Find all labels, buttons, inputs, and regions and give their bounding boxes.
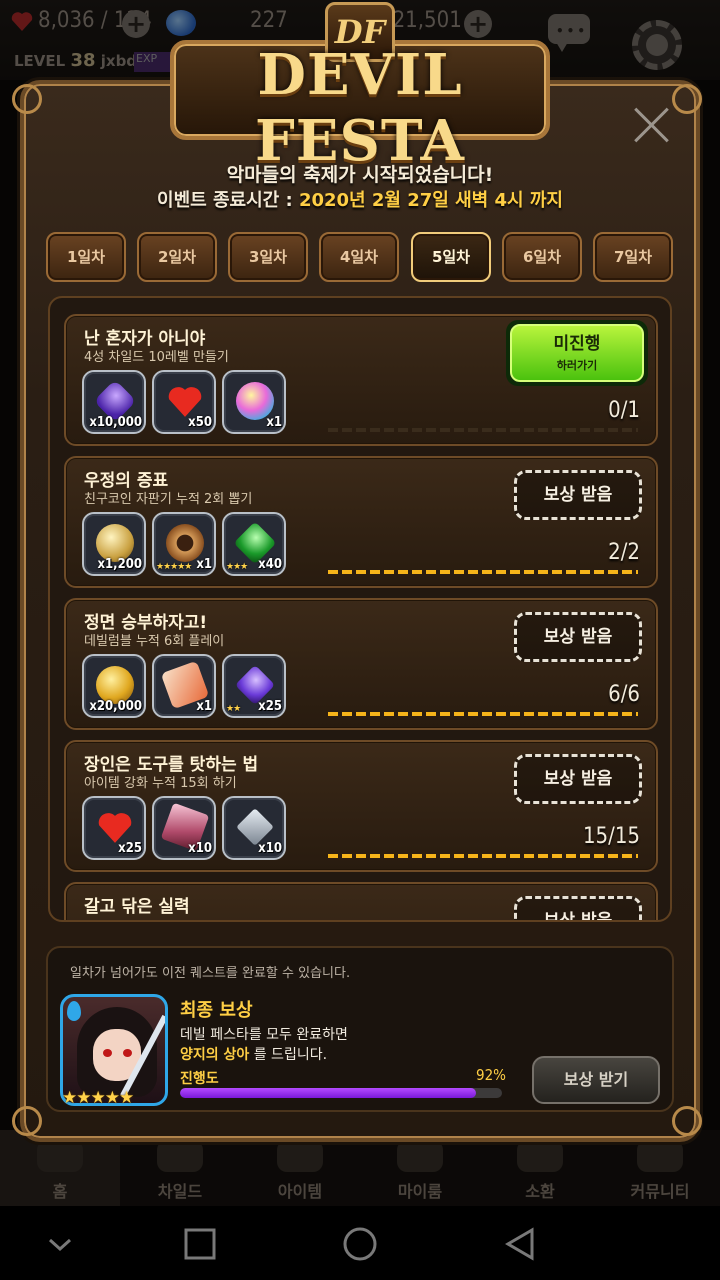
progress-percent: 92% bbox=[476, 1066, 506, 1084]
reward-slot[interactable]: ★★ x25 bbox=[222, 654, 286, 718]
tab-day-4[interactable]: 4일차 bbox=[319, 232, 399, 282]
quest-desc: 4성 차일드 10레벨 만들기 bbox=[84, 350, 229, 365]
reward-stars: ★★★★★ bbox=[156, 562, 192, 572]
quest-progress: 15/15 bbox=[582, 824, 640, 849]
reward-qty: x25 bbox=[258, 699, 282, 714]
quest-desc: 친구코인 자판기 누적 2회 뽑기 bbox=[84, 492, 253, 507]
final-progress-bar bbox=[180, 1088, 502, 1098]
quest-progress-bar bbox=[328, 854, 638, 858]
tab-day-5[interactable]: 5일차 bbox=[411, 232, 491, 282]
character-eye bbox=[103, 1049, 112, 1057]
quest-progress-bar bbox=[328, 428, 638, 432]
reward-slot[interactable]: ★★★ x40 bbox=[222, 512, 286, 576]
tab-day-6[interactable]: 6일차 bbox=[502, 232, 582, 282]
reward-claimed-button[interactable]: 보상 받음 bbox=[514, 896, 642, 920]
event-subtitle: 악마들의 축제가 시작되었습니다! bbox=[226, 164, 494, 186]
quest-progress-fill bbox=[328, 712, 638, 716]
progress-label: 진행도 bbox=[180, 1071, 219, 1087]
tab-day-3[interactable]: 3일차 bbox=[228, 232, 308, 282]
final-reward-desc: 데빌 페스타를 모두 완료하면 bbox=[180, 1027, 348, 1043]
reward-qty: x1 bbox=[196, 557, 212, 572]
reward-slot[interactable]: x10,000 bbox=[82, 370, 146, 434]
quest-card: 우정의 증표 친구코인 자판기 누적 2회 뽑기 x1,200 ★★★★★ x1 … bbox=[64, 456, 658, 588]
endtime-label: 이벤트 종료시간 : bbox=[157, 190, 299, 211]
quest-progress-bar bbox=[328, 712, 638, 716]
quest-desc: 데빌럼블 누적 6회 플레이 bbox=[84, 634, 225, 649]
final-reward-desc2: 양지의 상아 를 드립니다. bbox=[180, 1044, 327, 1064]
tab-day-1[interactable]: 1일차 bbox=[46, 232, 126, 282]
quest-progress-fill bbox=[328, 570, 638, 574]
reward-character-name: 양지의 상아 bbox=[180, 1047, 250, 1063]
reward-qty: x1 bbox=[196, 699, 212, 714]
corner-ornament bbox=[672, 1106, 702, 1136]
reward-slot[interactable]: x10 bbox=[222, 796, 286, 860]
reward-slot[interactable]: x1 bbox=[222, 370, 286, 434]
reward-qty: x10 bbox=[258, 841, 282, 856]
reward-claimed-button[interactable]: 보상 받음 bbox=[514, 754, 642, 804]
reward-claimed-button[interactable]: 보상 받음 bbox=[514, 470, 642, 520]
reward-slot[interactable]: x1 bbox=[152, 654, 216, 718]
reward-slot[interactable]: x50 bbox=[152, 370, 216, 434]
final-reward-panel: 일차가 넘어가도 이전 퀘스트를 완료할 수 있습니다. ★★★★★ 최종 보상… bbox=[46, 946, 674, 1112]
quest-desc: 아이템 강화 누적 15회 하기 bbox=[84, 776, 237, 791]
tab-day-2[interactable]: 2일차 bbox=[137, 232, 217, 282]
reward-qty: x10,000 bbox=[89, 415, 142, 430]
quest-card: 정면 승부하자고! 데빌럼블 누적 6회 플레이 x20,000 x1 ★★ x2… bbox=[64, 598, 658, 730]
quest-card: 난 혼자가 아니야 4성 차일드 10레벨 만들기 x10,000 x50 x1… bbox=[64, 314, 658, 446]
quest-progress-bar bbox=[328, 570, 638, 574]
reward-claimed-button[interactable]: 보상 받음 bbox=[514, 612, 642, 662]
reward-qty: x50 bbox=[188, 415, 212, 430]
reward-qty: x1,200 bbox=[97, 557, 142, 572]
go-to-quest-button[interactable]: 미진행하러가기 bbox=[506, 320, 648, 386]
claim-final-reward-button[interactable]: 보상 받기 bbox=[532, 1056, 660, 1104]
quest-card: 갈고 닦은 실력 보상 받음 bbox=[64, 882, 658, 920]
quest-progress: 0/1 bbox=[608, 398, 640, 423]
quest-list[interactable]: 난 혼자가 아니야 4성 차일드 10레벨 만들기 x10,000 x50 x1… bbox=[48, 296, 672, 922]
quest-progress: 6/6 bbox=[608, 682, 640, 707]
quest-title: 갈고 닦은 실력 bbox=[84, 897, 190, 917]
reward-slot[interactable]: x1,200 bbox=[82, 512, 146, 576]
corner-ornament bbox=[672, 84, 702, 114]
go-button-sublabel: 하러가기 bbox=[556, 359, 598, 372]
reward-qty: x25 bbox=[118, 841, 142, 856]
reward-qty: x40 bbox=[258, 557, 282, 572]
event-title: DEVIL FESTA bbox=[255, 42, 465, 174]
tab-day-7[interactable]: 7일차 bbox=[593, 232, 673, 282]
reward-slot[interactable]: x10 bbox=[152, 796, 216, 860]
reward-qty: x1 bbox=[266, 415, 282, 430]
character-stars: ★★★★★ bbox=[62, 1088, 134, 1108]
character-eye bbox=[123, 1049, 132, 1057]
final-progress-fill bbox=[180, 1088, 477, 1098]
close-icon[interactable] bbox=[632, 104, 672, 144]
corner-ornament bbox=[12, 84, 42, 114]
final-reward-desc2-rest: 를 드립니다. bbox=[249, 1047, 328, 1063]
final-note: 일차가 넘어가도 이전 퀘스트를 완료할 수 있습니다. bbox=[70, 966, 351, 981]
reward-slot[interactable]: ★★★★★ x1 bbox=[152, 512, 216, 576]
reward-qty: x20,000 bbox=[89, 699, 142, 714]
reward-stars: ★★★ bbox=[226, 562, 248, 572]
quest-progress-fill bbox=[328, 854, 638, 858]
reward-qty: x10 bbox=[188, 841, 212, 856]
water-element-icon bbox=[67, 1001, 81, 1021]
quest-card: 장인은 도구를 탓하는 법 아이템 강화 누적 15회 하기 x25 x10 x… bbox=[64, 740, 658, 872]
event-endtime: 이벤트 종료시간 : 2020년 2월 27일 새벽 4시 까지 bbox=[0, 186, 720, 212]
go-button-label: 미진행 bbox=[553, 334, 601, 354]
reward-stars: ★★ bbox=[226, 704, 241, 714]
endtime-value: 2020년 2월 27일 새벽 4시 까지 bbox=[298, 190, 563, 211]
quest-progress: 2/2 bbox=[608, 540, 640, 565]
day-tabs: 1일차 2일차 3일차 4일차 5일차 6일차 7일차 bbox=[46, 232, 676, 282]
reward-slot[interactable]: x20,000 bbox=[82, 654, 146, 718]
final-reward-title: 최종 보상 bbox=[180, 1000, 253, 1021]
reward-slot[interactable]: x25 bbox=[82, 796, 146, 860]
corner-ornament bbox=[12, 1106, 42, 1136]
